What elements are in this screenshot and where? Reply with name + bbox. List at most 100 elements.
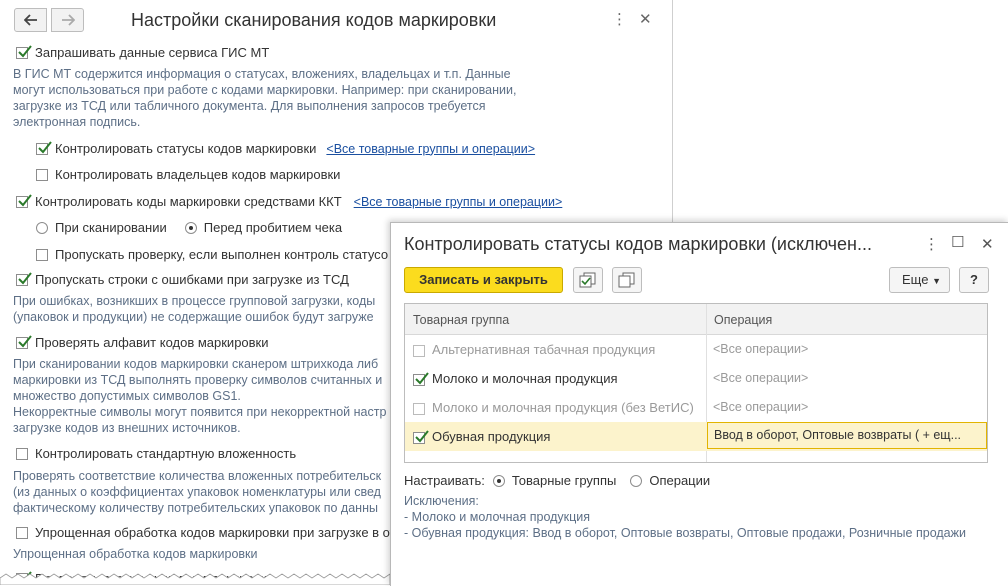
control-nesting-checkbox[interactable]	[16, 447, 28, 460]
more-menu-icon[interactable]: ⋮	[924, 235, 939, 253]
request-gis-desc-4: электронная подпись.	[13, 115, 141, 129]
more-menu-icon[interactable]: ⋮	[612, 12, 627, 28]
control-owners-row[interactable]: Контролировать владельцев кодов маркиров…	[36, 166, 340, 182]
row-group-label: Молоко и молочная продукция	[432, 371, 618, 386]
settings-header: Настройки сканирования кодов маркировки …	[0, 0, 672, 42]
check-all-icon	[579, 272, 596, 288]
check-alphabet-desc-4: Некорректные символы могут появится при …	[13, 405, 387, 419]
control-nesting-label: Контролировать стандартную вложенность	[35, 446, 297, 462]
radio-scan[interactable]	[36, 221, 48, 234]
col-header-group[interactable]: Товарная группа	[413, 313, 509, 327]
table-header: Товарная группа Операция	[405, 304, 987, 335]
skip-errors-desc-2: (упаковок и продукции) не содержащие оши…	[13, 310, 374, 324]
deselect-all-button[interactable]	[612, 267, 642, 293]
select-all-button[interactable]	[573, 267, 603, 293]
save-close-button[interactable]: Записать и закрыть	[404, 267, 563, 293]
check-alphabet-desc-1: При сканировании кодов маркировки сканер…	[13, 357, 379, 371]
control-owners-checkbox[interactable]	[36, 168, 48, 181]
close-icon[interactable]: ✕	[981, 235, 994, 253]
radio-scan-label: При сканировании	[55, 220, 167, 236]
control-kkt-link[interactable]: <Все товарные группы и операции>	[354, 195, 563, 209]
control-kkt-row[interactable]: Контролировать коды маркировки средствам…	[16, 193, 562, 209]
row-checkbox[interactable]	[413, 429, 429, 444]
page-title: Настройки сканирования кодов маркировки	[131, 10, 497, 30]
uncheck-all-icon	[618, 272, 635, 288]
exception-item-2: - Обувная продукция: Ввод в оборот, Опто…	[404, 526, 966, 540]
check-alphabet-desc-5: загрузке кодов из внешних источников.	[13, 421, 241, 435]
row-operation-cell: <Все операции>	[713, 371, 809, 385]
simplified-desc: Упрощенная обработка кодов маркировки	[13, 547, 258, 561]
checkmark-icon	[18, 271, 32, 285]
table-row[interactable]: Альтернативная табачная продукция <Все о…	[405, 335, 987, 364]
row-group-label: Молоко и молочная продукция (без ВетИС)	[432, 400, 694, 415]
table-row[interactable]: Молоко и молочная продукция <Все операци…	[405, 364, 987, 393]
check-alphabet-row[interactable]: Проверять алфавит кодов маркировки	[16, 334, 269, 350]
skip-errors-desc-1: При ошибках, возникших в процессе группо…	[13, 294, 376, 308]
forward-button[interactable]	[51, 8, 84, 32]
simplified-checkbox[interactable]	[16, 526, 28, 539]
row-checkbox[interactable]	[413, 344, 425, 357]
check-alphabet-label: Проверять алфавит кодов маркировки	[35, 335, 269, 351]
torn-edge	[0, 573, 390, 585]
exception-item-1: - Молоко и молочная продукция	[404, 510, 591, 524]
dialog-title: Контролировать статусы кодов маркировки …	[404, 234, 872, 254]
radio-before-receipt[interactable]	[184, 221, 197, 234]
forward-arrow-icon	[61, 14, 75, 26]
control-kkt-label: Контролировать коды маркировки средствам…	[35, 194, 342, 210]
request-gis-checkbox[interactable]	[16, 44, 32, 59]
check-alphabet-desc-3: множество допустимых символов GS1.	[13, 389, 241, 403]
row-operation-cell-edit[interactable]: Ввод в оборот, Оптовые возвраты ( + ещ..…	[707, 422, 987, 449]
row-operation-cell: <Все операции>	[713, 400, 809, 414]
control-owners-label: Контролировать владельцев кодов маркиров…	[55, 167, 341, 183]
configure-row: Настраивать: Товарные группы Операции	[404, 472, 710, 488]
control-statuses-link[interactable]: <Все товарные группы и операции>	[326, 142, 535, 156]
control-nesting-row[interactable]: Контролировать стандартную вложенность	[16, 445, 296, 461]
kkt-mode-radios: При сканировании Перед пробитием чека	[36, 219, 342, 235]
request-gis-row[interactable]: Запрашивать данные сервиса ГИС МТ	[16, 44, 269, 60]
more-button[interactable]: Еще ▼	[889, 267, 950, 293]
skip-errors-label: Пропускать строки с ошибками при загрузк…	[35, 272, 349, 288]
radio-operations[interactable]	[630, 474, 643, 487]
row-operation-cell: <Все операции>	[713, 342, 809, 356]
dropdown-arrow-icon: ▼	[932, 276, 941, 286]
exceptions-dialog: Контролировать статусы кодов маркировки …	[390, 222, 1008, 586]
skip-check-row[interactable]: Пропускать проверку, если выполнен контр…	[36, 246, 388, 262]
check-alphabet-checkbox[interactable]	[16, 334, 32, 349]
radio-product-groups[interactable]	[492, 474, 505, 487]
configure-label: Настраивать:	[404, 473, 485, 489]
simplified-row[interactable]: Упрощенная обработка кодов маркировки пр…	[16, 524, 396, 540]
row-group-label: Обувная продукция	[432, 429, 551, 444]
check-alphabet-desc-2: маркировки из ТСД выполнять проверку сим…	[13, 373, 383, 387]
simplified-label: Упрощенная обработка кодов маркировки пр…	[35, 525, 396, 541]
row-group-label: Альтернативная табачная продукция	[432, 342, 656, 357]
control-statuses-checkbox[interactable]	[36, 140, 52, 155]
control-statuses-row[interactable]: Контролировать статусы кодов маркировки <…	[36, 140, 535, 156]
radio-operations-label: Операции	[649, 473, 711, 489]
radio-product-groups-label: Товарные группы	[511, 473, 617, 489]
table-row[interactable]: Молоко и молочная продукция (без ВетИС) …	[405, 393, 987, 422]
radio-before-label: Перед пробитием чека	[203, 220, 343, 236]
more-button-label: Еще	[902, 272, 929, 287]
control-statuses-label: Контролировать статусы кодов маркировки	[55, 141, 317, 157]
table-row-selected[interactable]: Обувная продукция Ввод в оборот, Оптовые…	[405, 422, 987, 451]
row-checkbox[interactable]	[413, 402, 425, 415]
request-gis-label: Запрашивать данные сервиса ГИС МТ	[35, 45, 270, 61]
skip-errors-checkbox[interactable]	[16, 271, 32, 286]
skip-errors-row[interactable]: Пропускать строки с ошибками при загрузк…	[16, 271, 349, 287]
maximize-icon[interactable]: ☐	[951, 233, 964, 251]
checkmark-icon	[415, 371, 429, 385]
request-gis-desc-2: могут использоваться при работе с кодами…	[13, 83, 517, 97]
skip-check-checkbox[interactable]	[36, 248, 48, 261]
checkmark-icon	[38, 140, 52, 154]
checkmark-icon	[18, 334, 32, 348]
row-checkbox[interactable]	[413, 371, 429, 386]
close-icon[interactable]: ✕	[639, 12, 652, 28]
control-nesting-desc-1: Проверять соответствие количества вложен…	[13, 469, 382, 483]
control-kkt-checkbox[interactable]	[16, 193, 32, 208]
skip-check-label: Пропускать проверку, если выполнен контр…	[55, 247, 389, 263]
help-button[interactable]: ?	[959, 267, 989, 293]
row-group-cell: Молоко и молочная продукция	[413, 371, 618, 386]
col-header-operation[interactable]: Операция	[714, 313, 772, 327]
groups-table: Товарная группа Операция Альтернативная …	[404, 303, 988, 463]
back-button[interactable]	[14, 8, 47, 32]
